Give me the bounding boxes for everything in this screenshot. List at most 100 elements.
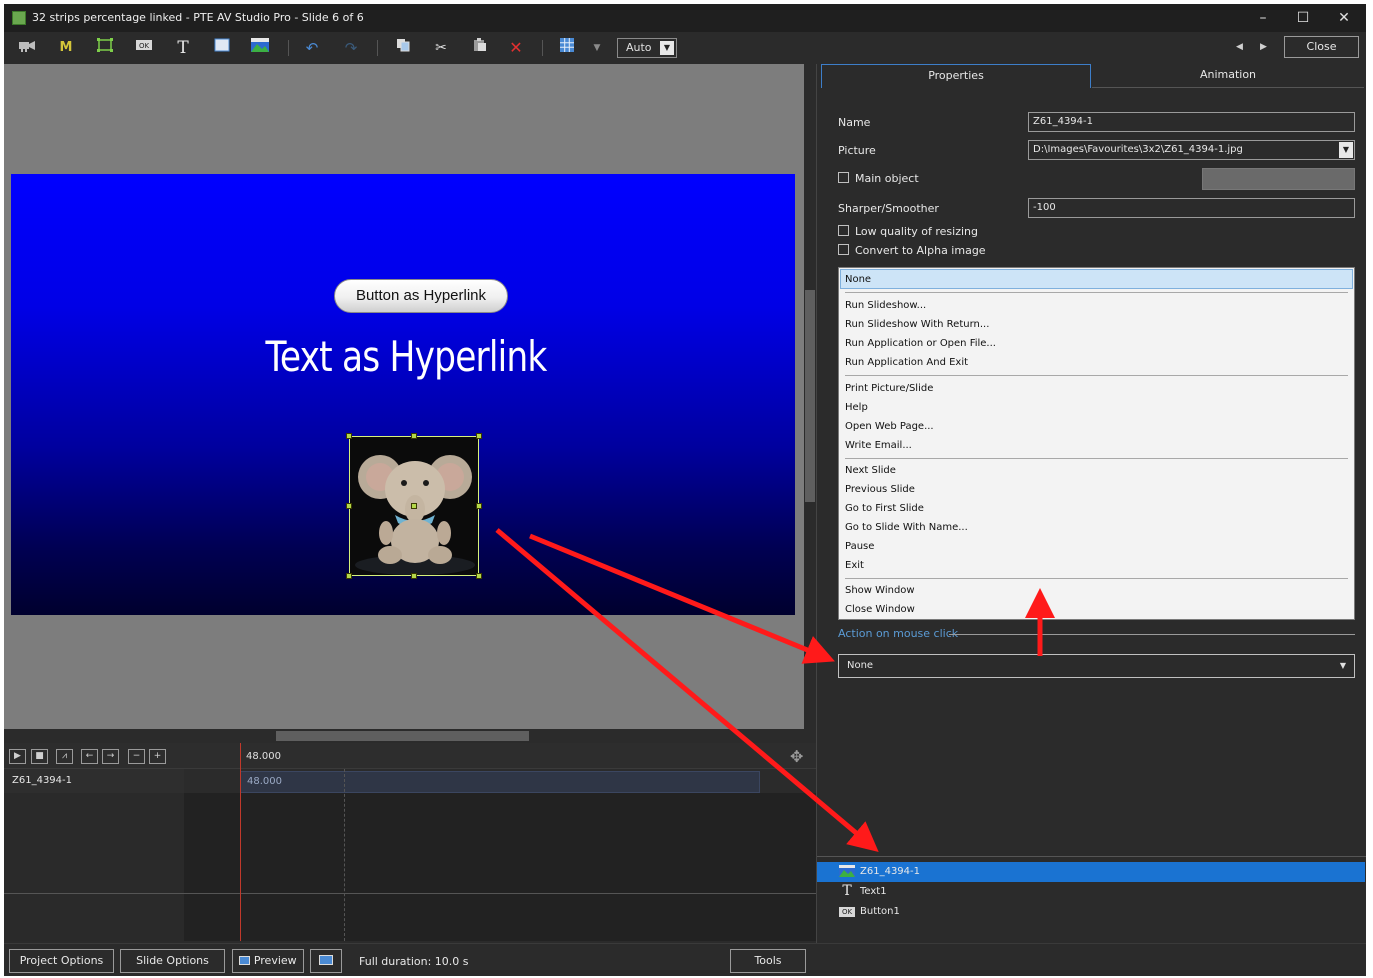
- scrollbar-thumb[interactable]: [276, 731, 529, 741]
- timeline-track-bar[interactable]: 48.000: [240, 771, 760, 793]
- dropdown-separator: [845, 578, 1348, 579]
- next-keyframe-button[interactable]: →: [102, 749, 119, 764]
- delete-icon[interactable]: ✕: [505, 38, 527, 58]
- timeline-track-label[interactable]: Z61_4394-1: [4, 769, 184, 793]
- add-keyframe-button[interactable]: +: [149, 749, 166, 764]
- zoom-select[interactable]: Auto ▼: [617, 38, 677, 58]
- slide-canvas[interactable]: Button as Hyperlink Text as Hyperlink: [11, 174, 795, 615]
- properties-panel: Properties Animation Name Z61_4394-1 Pic…: [816, 64, 1366, 943]
- checkbox-box[interactable]: [838, 225, 849, 236]
- sharper-smoother-field[interactable]: -100: [1028, 198, 1355, 218]
- selection-handle[interactable]: [411, 573, 417, 579]
- dropdown-item-first-slide[interactable]: Go to First Slide: [845, 503, 924, 514]
- dropdown-item-pause[interactable]: Pause: [845, 541, 874, 552]
- grid-icon[interactable]: [556, 38, 578, 58]
- copy-icon[interactable]: [392, 38, 414, 58]
- selection-handle[interactable]: [346, 433, 352, 439]
- playhead[interactable]: [240, 743, 241, 941]
- button-object-icon[interactable]: OK: [133, 38, 155, 58]
- maximize-button[interactable]: ☐: [1288, 8, 1318, 28]
- dropdown-item-print[interactable]: Print Picture/Slide: [845, 383, 933, 394]
- dropdown-item-next-slide[interactable]: Next Slide: [845, 465, 896, 476]
- selection-handle[interactable]: [346, 503, 352, 509]
- timeline-track-area[interactable]: [184, 793, 816, 941]
- selection-handle[interactable]: [476, 433, 482, 439]
- prev-keyframe-button[interactable]: ←: [81, 749, 98, 764]
- slide-options-button[interactable]: Slide Options: [120, 949, 225, 973]
- preview-button[interactable]: Preview: [232, 949, 304, 973]
- low-quality-checkbox[interactable]: Low quality of resizing: [838, 225, 978, 238]
- dropdown-item-previous-slide[interactable]: Previous Slide: [845, 484, 915, 495]
- play-button[interactable]: ▶: [9, 749, 26, 764]
- zoom-value: Auto: [626, 41, 652, 54]
- next-slide-icon[interactable]: ▶: [1260, 42, 1267, 52]
- remove-keyframe-button[interactable]: −: [128, 749, 145, 764]
- text-icon[interactable]: T: [172, 38, 194, 58]
- close-window-button[interactable]: ✕: [1329, 8, 1359, 28]
- scrollbar-thumb[interactable]: [805, 290, 815, 502]
- project-options-button[interactable]: Project Options: [9, 949, 114, 973]
- selection-handle[interactable]: [346, 573, 352, 579]
- convert-alpha-checkbox[interactable]: Convert to Alpha image: [838, 244, 986, 257]
- main-object-checkbox[interactable]: Main object: [838, 172, 919, 185]
- dropdown-item-write-email[interactable]: Write Email...: [845, 440, 912, 451]
- screen-button[interactable]: [310, 949, 342, 973]
- selection-handle[interactable]: [476, 573, 482, 579]
- list-item-text1[interactable]: T Text1: [817, 882, 1365, 902]
- action-on-mouse-click-select[interactable]: None ▼: [838, 654, 1355, 678]
- tab-animation[interactable]: Animation: [1092, 64, 1364, 88]
- frame-icon[interactable]: [94, 38, 116, 58]
- name-field[interactable]: Z61_4394-1: [1028, 112, 1355, 132]
- dropdown-item-run-slideshow-return[interactable]: Run Slideshow With Return...: [845, 319, 989, 330]
- slide-preview-area[interactable]: Button as Hyperlink Text as Hyperlink: [4, 64, 804, 729]
- move-icon[interactable]: ✥: [790, 747, 803, 766]
- preview-horizontal-scrollbar[interactable]: [4, 729, 804, 743]
- stop-button[interactable]: ■: [31, 749, 48, 764]
- list-item-button1[interactable]: OK Button1: [817, 902, 1365, 922]
- dropdown-item-open-web-page[interactable]: Open Web Page...: [845, 421, 934, 432]
- paste-icon[interactable]: [469, 38, 491, 58]
- dropdown-item-slide-with-name[interactable]: Go to Slide With Name...: [845, 522, 968, 533]
- undo-icon[interactable]: ↶: [301, 38, 323, 58]
- camera-icon[interactable]: [16, 38, 38, 58]
- dropdown-item-run-application-exit[interactable]: Run Application And Exit: [845, 357, 968, 368]
- hyperlink-button-object[interactable]: Button as Hyperlink: [334, 279, 508, 313]
- dropdown-item-run-slideshow[interactable]: Run Slideshow...: [845, 300, 926, 311]
- mask-icon[interactable]: M: [55, 38, 77, 58]
- tools-button[interactable]: Tools: [730, 949, 806, 973]
- dropdown-item-show-window[interactable]: Show Window: [845, 585, 915, 596]
- rectangle-icon[interactable]: [211, 38, 233, 58]
- list-item-z61-4394-1[interactable]: Z61_4394-1: [817, 862, 1365, 882]
- dropdown-item-none[interactable]: None: [845, 274, 871, 285]
- preview-vertical-scrollbar[interactable]: [804, 64, 816, 729]
- dropdown-item-close-window[interactable]: Close Window: [845, 604, 915, 615]
- name-label: Name: [838, 116, 871, 129]
- object-name: Z61_4394-1: [860, 866, 920, 877]
- waveform-button[interactable]: ⩘: [56, 749, 73, 764]
- minimize-button[interactable]: –: [1248, 8, 1278, 28]
- sharper-smoother-label: Sharper/Smoother: [838, 202, 939, 215]
- chevron-down-icon[interactable]: ▼: [1339, 142, 1353, 158]
- selection-handle[interactable]: [476, 503, 482, 509]
- selection-center-handle[interactable]: [411, 503, 417, 509]
- redo-icon[interactable]: ↷: [340, 38, 362, 58]
- hyperlink-text-object[interactable]: Text as Hyperlink: [222, 332, 591, 381]
- bottom-bar: Project Options Slide Options Preview Fu…: [4, 943, 1366, 976]
- tab-properties[interactable]: Properties: [821, 64, 1091, 88]
- image-icon[interactable]: [249, 38, 271, 58]
- close-button[interactable]: Close: [1284, 36, 1359, 58]
- dropdown-item-exit[interactable]: Exit: [845, 560, 864, 571]
- dropdown-item-help[interactable]: Help: [845, 402, 868, 413]
- dropdown-item-run-application[interactable]: Run Application or Open File...: [845, 338, 996, 349]
- main-object-field: [1202, 168, 1355, 190]
- cut-icon[interactable]: ✂: [430, 38, 452, 58]
- checkbox-box[interactable]: [838, 172, 849, 183]
- selection-handle[interactable]: [411, 433, 417, 439]
- picture-field[interactable]: D:\Images\Favourites\3x2\Z61_4394-1.jpg …: [1028, 140, 1355, 160]
- checkbox-box[interactable]: [838, 244, 849, 255]
- image-icon: [839, 865, 855, 878]
- grid-dropdown-icon[interactable]: ▼: [586, 38, 608, 58]
- previous-slide-icon[interactable]: ◀: [1236, 42, 1243, 52]
- app-window: 32 strips percentage linked - PTE AV Stu…: [4, 4, 1366, 976]
- preview-label: Preview: [253, 954, 297, 967]
